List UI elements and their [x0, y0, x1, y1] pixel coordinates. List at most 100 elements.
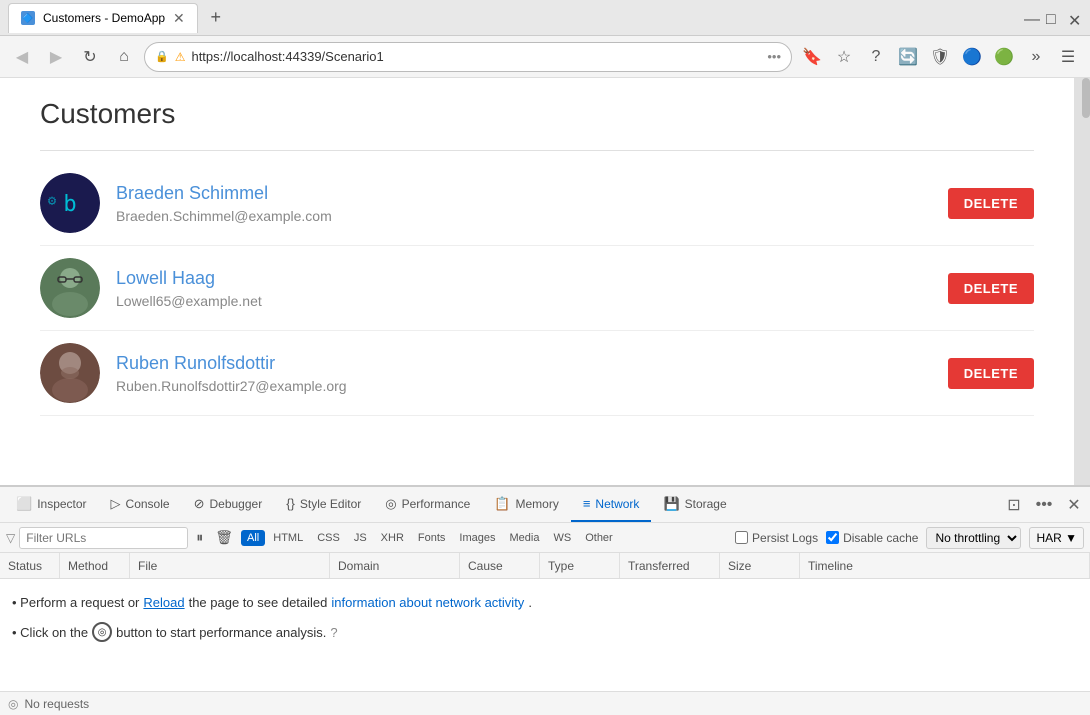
- delete-button[interactable]: DELETE: [948, 273, 1034, 304]
- close-button[interactable]: ✕: [1068, 11, 1082, 25]
- star-icon[interactable]: ☆: [830, 43, 858, 71]
- filter-urls-input[interactable]: [19, 527, 188, 549]
- customer-email: Lowell65@example.net: [116, 293, 932, 309]
- tab-style-editor[interactable]: {} Style Editor: [274, 487, 373, 522]
- tab-console[interactable]: ▷ Console: [99, 487, 182, 522]
- tab-storage-label: Storage: [685, 497, 727, 511]
- maximize-button[interactable]: □: [1046, 11, 1060, 25]
- browser-tab[interactable]: 🔷 Customers - DemoApp ✕: [8, 3, 198, 33]
- network-toolbar-right: Persist Logs Disable cache No throttling…: [735, 527, 1084, 549]
- filter-css-button[interactable]: CSS: [311, 530, 346, 546]
- devtools-panel: ⬜ Inspector ▷ Console ⊘ Debugger {} Styl…: [0, 485, 1090, 715]
- hint-1-suffix: the page to see detailed: [189, 595, 328, 610]
- devtools-status-bar: ◎ No requests: [0, 691, 1090, 715]
- devtools-close-button[interactable]: ✕: [1062, 493, 1086, 517]
- header-method: Method: [60, 553, 130, 578]
- delete-button[interactable]: DELETE: [948, 188, 1034, 219]
- filter-fonts-button[interactable]: Fonts: [412, 530, 452, 546]
- network-activity-link[interactable]: information about network activity: [331, 595, 524, 610]
- customer-name: Lowell Haag: [116, 268, 932, 289]
- header-transferred: Transferred: [620, 553, 720, 578]
- home-button[interactable]: ⌂: [110, 43, 138, 71]
- bullet-2: • Click on the: [12, 625, 88, 640]
- customer-info: Lowell Haag Lowell65@example.net: [116, 268, 932, 309]
- har-button[interactable]: HAR ▼: [1029, 527, 1084, 549]
- console-icon: ▷: [111, 496, 121, 512]
- more-nav-icon[interactable]: »: [1022, 43, 1050, 71]
- help-icon[interactable]: ?: [862, 43, 890, 71]
- performance-help-icon[interactable]: ?: [330, 625, 337, 640]
- tab-debugger-label: Debugger: [209, 497, 262, 511]
- tab-network[interactable]: ≡ Network: [571, 487, 652, 522]
- pause-recording-button[interactable]: ⏸: [192, 529, 207, 546]
- delete-button[interactable]: DELETE: [948, 358, 1034, 389]
- title-bar: 🔷 Customers - DemoApp ✕ + — □ ✕: [0, 0, 1090, 36]
- extension4-icon[interactable]: 🟢: [990, 43, 1018, 71]
- browser-window: 🔷 Customers - DemoApp ✕ + — □ ✕ ◀ ▶ ↻ ⌂ …: [0, 0, 1090, 715]
- svg-text:b: b: [63, 192, 76, 217]
- tab-memory[interactable]: 📋 Memory: [482, 487, 571, 522]
- filter-buttons: All HTML CSS JS XHR Fonts Images Media W…: [241, 530, 619, 546]
- header-domain: Domain: [330, 553, 460, 578]
- back-button[interactable]: ◀: [8, 43, 36, 71]
- filter-html-button[interactable]: HTML: [267, 530, 309, 546]
- filter-images-button[interactable]: Images: [453, 530, 501, 546]
- tab-inspector[interactable]: ⬜ Inspector: [4, 487, 99, 522]
- persist-logs-text: Persist Logs: [752, 531, 818, 545]
- window-controls: — □ ✕: [1024, 11, 1082, 25]
- devtools-more-button[interactable]: •••: [1032, 493, 1056, 517]
- filter-other-button[interactable]: Other: [579, 530, 619, 546]
- tab-performance[interactable]: ◎ Performance: [373, 487, 482, 522]
- filter-all-button[interactable]: All: [241, 530, 265, 546]
- menu-icon[interactable]: ☰: [1054, 43, 1082, 71]
- lock-icon: 🔒: [155, 50, 169, 63]
- forward-button[interactable]: ▶: [42, 43, 70, 71]
- customer-name: Ruben Runolfsdottir: [116, 353, 932, 374]
- persist-logs-label[interactable]: Persist Logs: [735, 531, 818, 545]
- new-tab-button[interactable]: +: [202, 4, 230, 32]
- tab-storage[interactable]: 💾 Storage: [651, 487, 738, 522]
- extension-icon[interactable]: 🔄: [894, 43, 922, 71]
- scrollbar-thumb[interactable]: [1082, 78, 1090, 118]
- clear-button[interactable]: 🗑: [211, 529, 237, 546]
- network-empty-state: • Perform a request or Reload the page t…: [0, 579, 1090, 691]
- filter-media-button[interactable]: Media: [504, 530, 546, 546]
- disable-cache-label[interactable]: Disable cache: [826, 531, 918, 545]
- tab-inspector-label: Inspector: [37, 497, 86, 511]
- storage-icon: 💾: [663, 496, 679, 512]
- no-requests-text: No requests: [24, 697, 89, 711]
- bookmarks-icon[interactable]: 🔖: [798, 43, 826, 71]
- more-options-icon[interactable]: •••: [767, 49, 781, 64]
- tab-title: Customers - DemoApp: [43, 11, 165, 25]
- tab-memory-label: Memory: [515, 497, 558, 511]
- page-scrollbar[interactable]: [1082, 78, 1090, 485]
- filter-ws-button[interactable]: WS: [547, 530, 577, 546]
- persist-logs-checkbox[interactable]: [735, 531, 748, 544]
- customer-list: b ⚙ Braeden Schimmel Braeden.Schimmel@ex…: [40, 161, 1034, 416]
- devtools-tabs: ⬜ Inspector ▷ Console ⊘ Debugger {} Styl…: [0, 487, 1090, 523]
- minimize-button[interactable]: —: [1024, 11, 1038, 25]
- inspector-icon: ⬜: [16, 496, 32, 512]
- tab-debugger[interactable]: ⊘ Debugger: [182, 487, 275, 522]
- disable-cache-checkbox[interactable]: [826, 531, 839, 544]
- page-title: Customers: [40, 98, 1034, 130]
- customer-email: Braeden.Schimmel@example.com: [116, 208, 932, 224]
- network-hint-1: • Perform a request or Reload the page t…: [12, 595, 1078, 610]
- devtools-dock-button[interactable]: ⊡: [1002, 493, 1026, 517]
- table-row: Ruben Runolfsdottir Ruben.Runolfsdottir2…: [40, 331, 1034, 416]
- tab-close-button[interactable]: ✕: [173, 11, 185, 25]
- table-row: b ⚙ Braeden Schimmel Braeden.Schimmel@ex…: [40, 161, 1034, 246]
- filter-xhr-button[interactable]: XHR: [375, 530, 410, 546]
- devtools-tab-right: ⊡ ••• ✕: [1002, 493, 1086, 517]
- throttle-select[interactable]: No throttling: [926, 527, 1021, 549]
- reload-link[interactable]: Reload: [143, 595, 184, 610]
- reload-button[interactable]: ↻: [76, 43, 104, 71]
- warning-icon: ⚠: [175, 50, 186, 64]
- svg-text:⚙: ⚙: [48, 193, 57, 209]
- filter-js-button[interactable]: JS: [348, 530, 373, 546]
- url-text[interactable]: https://localhost:44339/Scenario1: [191, 49, 383, 64]
- extension2-icon[interactable]: 🛡: [926, 43, 954, 71]
- debugger-icon: ⊘: [194, 496, 205, 512]
- extension3-icon[interactable]: 🔵: [958, 43, 986, 71]
- address-bar[interactable]: 🔒 ⚠ https://localhost:44339/Scenario1 ••…: [144, 42, 792, 72]
